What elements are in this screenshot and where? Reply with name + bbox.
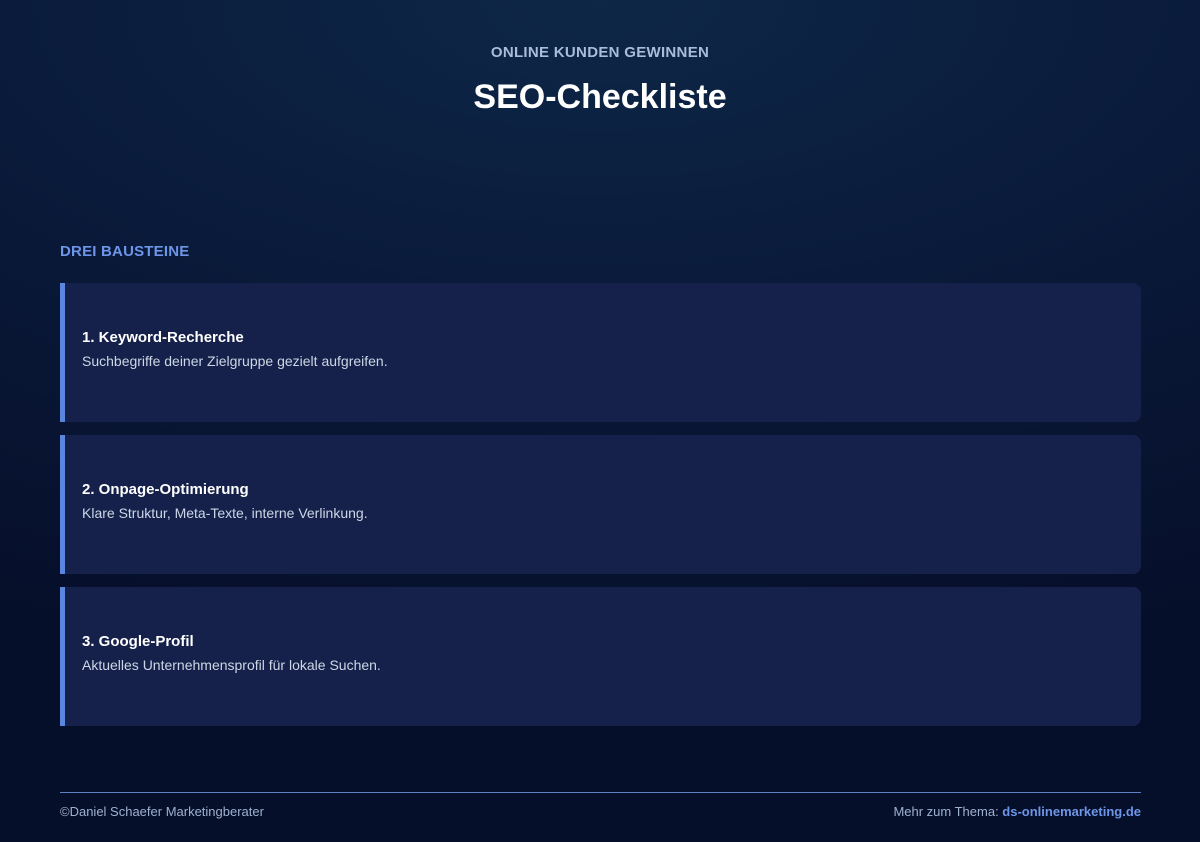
eyebrow-label: ONLINE KUNDEN GEWINNEN [490, 44, 710, 61]
checklist-item-title: 2. Onpage-Optimierung [82, 481, 249, 498]
checklist-item-title: 3. Google-Profil [82, 633, 194, 650]
footer-more-info: Mehr zum Thema: ds-onlinemarketing.de [893, 804, 1141, 819]
section-label: DREI BAUSTEINE [60, 243, 190, 260]
checklist-item-text: Aktuelles Unternehmensprofil für lokale … [82, 657, 381, 673]
checklist-item-title: 1. Keyword-Recherche [82, 329, 244, 346]
checklist-item-text: Klare Struktur, Meta-Texte, interne Verl… [82, 505, 368, 521]
page-title: SEO-Checkliste [473, 78, 727, 116]
footer-divider [60, 792, 1141, 793]
more-info-label: Mehr zum Thema: [893, 804, 1003, 819]
checklist: 1. Keyword-Recherche Suchbegriffe deiner… [60, 283, 1141, 739]
website-link[interactable]: ds-onlinemarketing.de [1002, 804, 1141, 819]
checklist-item-google-profil: 3. Google-Profil Aktuelles Unternehmensp… [60, 587, 1141, 726]
checklist-item-onpage-optimierung: 2. Onpage-Optimierung Klare Struktur, Me… [60, 435, 1141, 574]
checklist-item-keyword-recherche: 1. Keyword-Recherche Suchbegriffe deiner… [60, 283, 1141, 422]
page: ONLINE KUNDEN GEWINNEN SEO-Checkliste DR… [0, 0, 1200, 842]
checklist-item-text: Suchbegriffe deiner Zielgruppe gezielt a… [82, 353, 388, 369]
copyright-text: ©Daniel Schaefer Marketingberater [60, 804, 264, 819]
